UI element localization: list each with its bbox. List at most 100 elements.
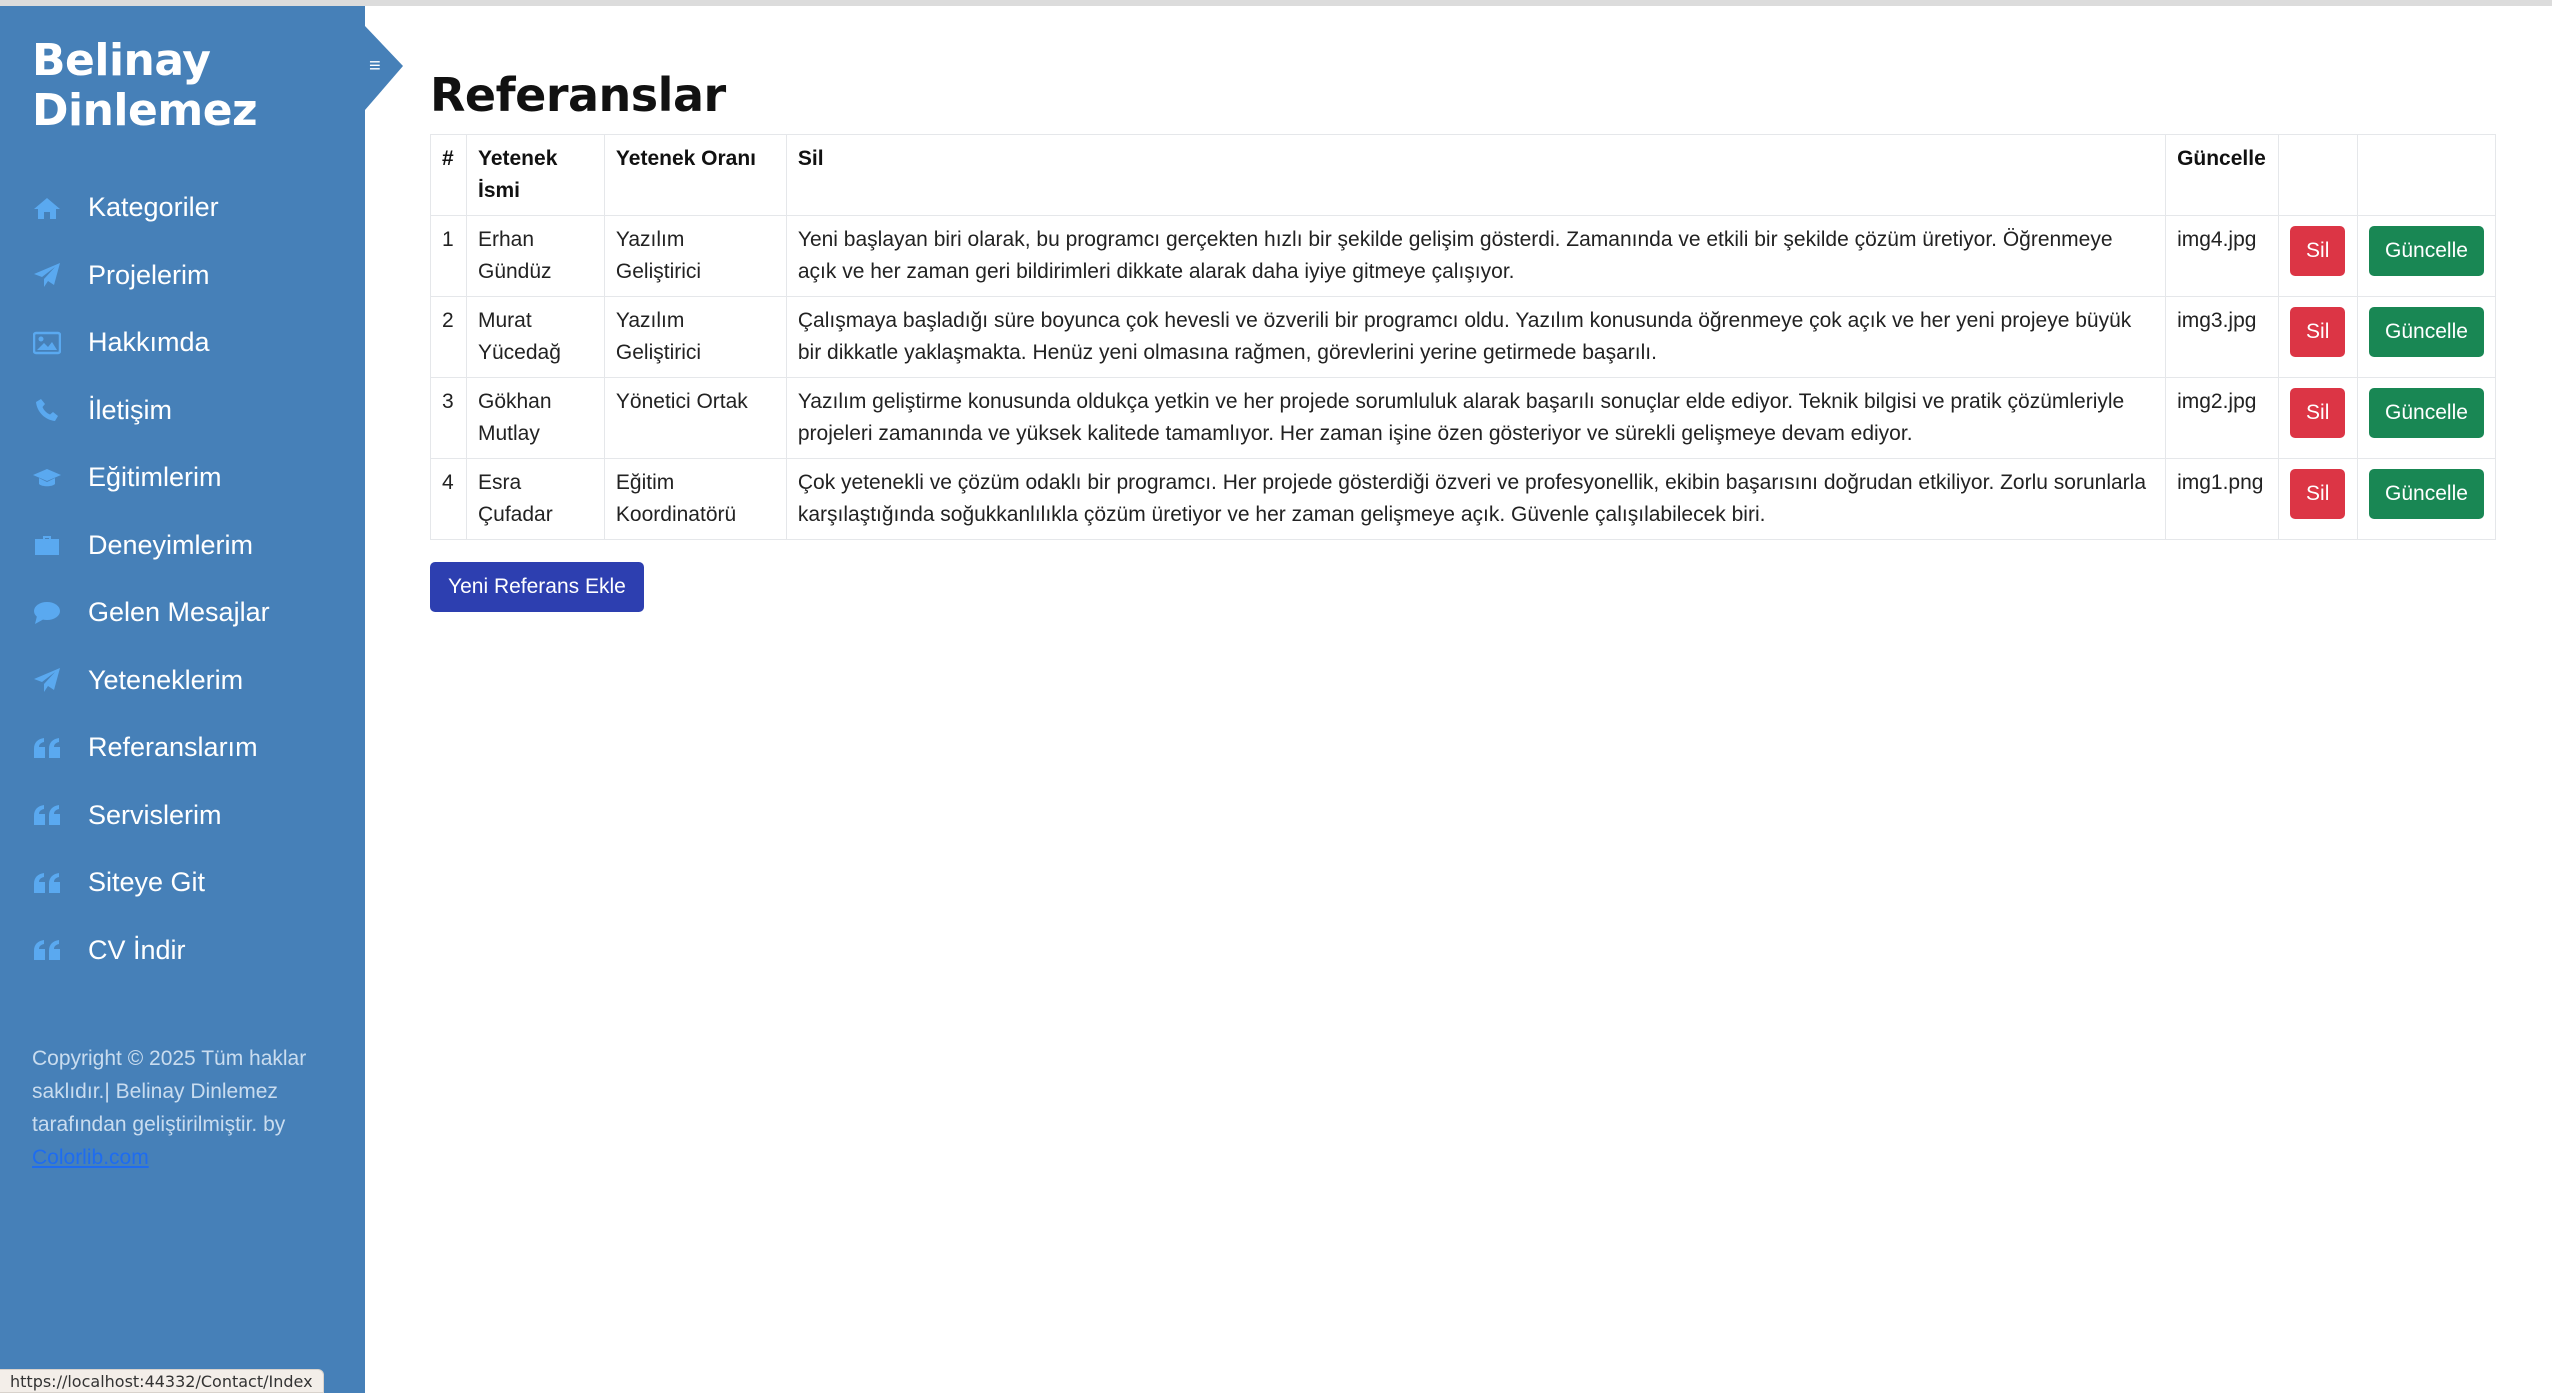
row-rate: Yazılım Geliştirici xyxy=(603,296,787,378)
references-table: # Yetenek İsmi Yetenek Oranı Sil Güncell… xyxy=(430,134,2496,540)
row-rate: Yazılım Geliştirici xyxy=(603,215,787,297)
sidebar-item-cv-indir[interactable]: CV İndir xyxy=(0,917,365,985)
row-image: img3.jpg xyxy=(2165,296,2280,378)
column-header-name: Yetenek İsmi xyxy=(465,134,605,216)
delete-button[interactable]: Sil xyxy=(2290,388,2346,438)
paper-plane-icon xyxy=(32,262,62,288)
update-button[interactable]: Güncelle xyxy=(2369,307,2484,357)
row-num: 1 xyxy=(430,215,467,297)
copyright-text: Copyright © 2025 Tüm haklar saklıdır.| B… xyxy=(32,1047,307,1136)
sidebar-item-label: İletişim xyxy=(88,394,173,425)
table-header-row: # Yetenek İsmi Yetenek Oranı Sil Güncell… xyxy=(430,134,2496,216)
sidebar-item-gelen-mesajlar[interactable]: Gelen Mesajlar xyxy=(0,579,365,647)
column-header-guncelle: Güncelle xyxy=(2165,134,2280,216)
sidebar-item-deneyimlerim[interactable]: Deneyimlerim xyxy=(0,512,365,580)
browser-status-url: https://localhost:44332/Contact/Index xyxy=(0,1369,324,1393)
row-image: img2.jpg xyxy=(2165,377,2280,459)
quote-icon xyxy=(32,735,62,761)
delete-button[interactable]: Sil xyxy=(2290,307,2346,357)
home-icon xyxy=(32,195,62,221)
row-name: Esra Çufadar xyxy=(465,458,605,540)
row-name: Murat Yücedağ xyxy=(465,296,605,378)
update-button[interactable]: Güncelle xyxy=(2369,388,2484,438)
brand-line-2: Dinlemez xyxy=(32,85,258,136)
sidebar: Belinay Dinlemez Kategoriler Projelerim … xyxy=(0,6,365,1393)
sidebar-item-referanslarim[interactable]: Referanslarım xyxy=(0,714,365,782)
sidebar-item-label: Servislerim xyxy=(88,799,222,830)
sidebar-item-label: Eğitimlerim xyxy=(88,462,222,493)
brand-title[interactable]: Belinay Dinlemez xyxy=(32,35,258,136)
quote-icon xyxy=(32,802,62,828)
brand-line-1: Belinay xyxy=(32,35,211,86)
colorlib-link[interactable]: Colorlib.com xyxy=(32,1146,149,1169)
row-update-cell: Güncelle xyxy=(2357,296,2496,378)
table-row: 4 Esra Çufadar Eğitim Koordinatörü Çok y… xyxy=(430,458,2496,540)
menu-bars-icon: ≡ xyxy=(369,55,381,77)
row-update-cell: Güncelle xyxy=(2357,215,2496,297)
sidebar-item-kategoriler[interactable]: Kategoriler xyxy=(0,174,365,242)
row-update-cell: Güncelle xyxy=(2357,377,2496,459)
quote-icon xyxy=(32,870,62,896)
row-delete-cell: Sil xyxy=(2278,296,2359,378)
sidebar-item-yeteneklerim[interactable]: Yeteneklerim xyxy=(0,647,365,715)
sidebar-item-label: Gelen Mesajlar xyxy=(88,597,270,628)
browser-top-line xyxy=(0,0,2552,6)
sidebar-item-label: Siteye Git xyxy=(88,867,206,898)
image-icon xyxy=(32,330,62,356)
row-rate: Yönetici Ortak xyxy=(603,377,787,459)
row-num: 4 xyxy=(430,458,467,540)
sidebar-item-siteye-git[interactable]: Siteye Git xyxy=(0,849,365,917)
table-row: 1 Erhan Gündüz Yazılım Geliştirici Yeni … xyxy=(430,215,2496,297)
sidebar-item-label: Deneyimlerim xyxy=(88,529,254,560)
sidebar-item-hakkimda[interactable]: Hakkımda xyxy=(0,309,365,377)
row-update-cell: Güncelle xyxy=(2357,458,2496,540)
column-header-empty-2 xyxy=(2357,134,2496,216)
row-description: Yeni başlayan biri olarak, bu programcı … xyxy=(785,215,2167,297)
column-header-sil: Sil xyxy=(785,134,2167,216)
add-reference-button[interactable]: Yeni Referans Ekle xyxy=(430,562,644,612)
graduation-cap-icon xyxy=(32,465,62,491)
update-button[interactable]: Güncelle xyxy=(2369,226,2484,276)
row-name: Erhan Gündüz xyxy=(465,215,605,297)
comment-icon xyxy=(32,600,62,626)
briefcase-icon xyxy=(32,532,62,558)
row-image: img4.jpg xyxy=(2165,215,2280,297)
row-delete-cell: Sil xyxy=(2278,458,2359,540)
row-description: Yazılım geliştirme konusunda oldukça yet… xyxy=(785,377,2167,459)
sidebar-item-label: Projelerim xyxy=(88,259,210,290)
row-description: Çalışmaya başladığı süre boyunca çok hev… xyxy=(785,296,2167,378)
sidebar-footer: Copyright © 2025 Tüm haklar saklıdır.| B… xyxy=(32,1042,332,1174)
quote-icon xyxy=(32,937,62,963)
row-delete-cell: Sil xyxy=(2278,377,2359,459)
delete-button[interactable]: Sil xyxy=(2290,226,2346,276)
column-header-num: # xyxy=(430,134,467,216)
sidebar-item-label: Yeteneklerim xyxy=(88,664,244,695)
row-name: Gökhan Mutlay xyxy=(465,377,605,459)
row-num: 3 xyxy=(430,377,467,459)
row-description: Çok yetenekli ve çözüm odaklı bir progra… xyxy=(785,458,2167,540)
sidebar-menu: Kategoriler Projelerim Hakkımda İletişim… xyxy=(0,174,365,984)
row-num: 2 xyxy=(430,296,467,378)
table-row: 3 Gökhan Mutlay Yönetici Ortak Yazılım g… xyxy=(430,377,2496,459)
update-button[interactable]: Güncelle xyxy=(2369,469,2484,519)
sidebar-item-egitimlerim[interactable]: Eğitimlerim xyxy=(0,444,365,512)
main-content: Referanslar # Yetenek İsmi Yetenek Oranı… xyxy=(430,60,2496,612)
column-header-rate: Yetenek Oranı xyxy=(603,134,787,216)
table-row: 2 Murat Yücedağ Yazılım Geliştirici Çalı… xyxy=(430,296,2496,378)
sidebar-item-label: Kategoriler xyxy=(88,192,219,223)
column-header-empty xyxy=(2278,134,2359,216)
sidebar-item-projelerim[interactable]: Projelerim xyxy=(0,242,365,310)
row-image: img1.png xyxy=(2165,458,2280,540)
delete-button[interactable]: Sil xyxy=(2290,469,2346,519)
sidebar-item-iletisim[interactable]: İletişim xyxy=(0,377,365,445)
sidebar-item-servislerim[interactable]: Servislerim xyxy=(0,782,365,850)
page-title: Referanslar xyxy=(430,68,726,122)
row-delete-cell: Sil xyxy=(2278,215,2359,297)
sidebar-toggle[interactable]: ≡ xyxy=(365,26,403,110)
sidebar-item-label: Referanslarım xyxy=(88,732,258,763)
paper-plane-icon xyxy=(32,667,62,693)
row-rate: Eğitim Koordinatörü xyxy=(603,458,787,540)
sidebar-item-label: Hakkımda xyxy=(88,327,210,358)
sidebar-item-label: CV İndir xyxy=(88,934,186,965)
phone-icon xyxy=(32,397,62,423)
